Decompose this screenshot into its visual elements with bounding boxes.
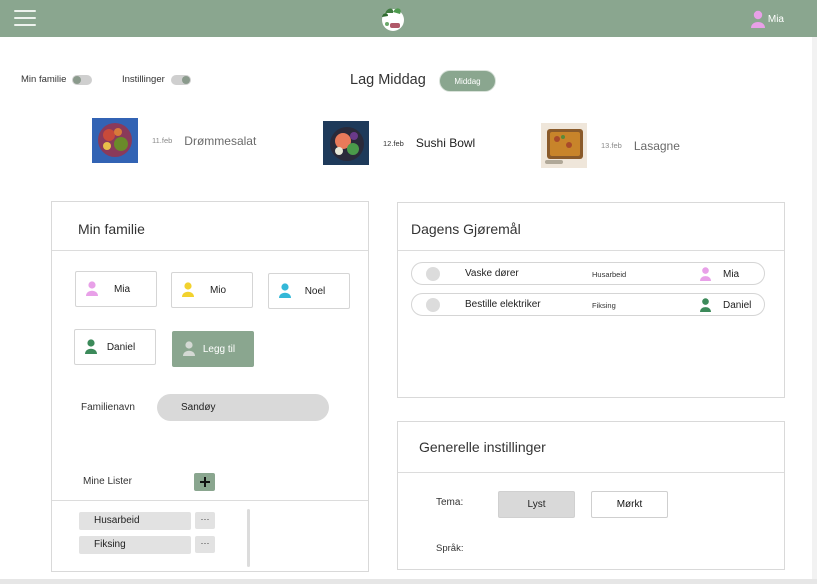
list-options-button[interactable]: ···	[195, 512, 215, 529]
chore-row[interactable]: Vaske dører Husarbeid Mia	[411, 262, 765, 285]
menu-icon[interactable]	[14, 10, 36, 26]
list-item-fiksing[interactable]: Fiksing	[79, 536, 191, 554]
member-mio[interactable]: Mio	[171, 272, 253, 308]
family-name-input[interactable]	[157, 394, 329, 421]
meal-name: Sushi Bowl	[415, 136, 476, 150]
chore-assignee: Daniel	[723, 300, 752, 311]
list-item-husarbeid[interactable]: Husarbeid	[79, 512, 191, 530]
meal-date: 11.feb	[152, 136, 173, 145]
plus-icon	[199, 477, 210, 487]
chore-row[interactable]: Bestille elektriker Fiksing Daniel	[411, 293, 765, 316]
toggle-min-familie-group: Min familie	[21, 74, 93, 85]
member-name: Mia	[113, 283, 131, 295]
meal-item[interactable]: 11.feb Drømmesalat	[92, 118, 256, 163]
language-label: Språk:	[436, 543, 464, 554]
list-options-button[interactable]: ···	[195, 536, 215, 553]
chore-category: Fiksing	[592, 301, 616, 310]
user-icon	[750, 10, 765, 28]
app-logo	[382, 8, 404, 31]
user-menu[interactable]: Mia	[750, 9, 784, 29]
toggle-instillinger-label: Instillinger	[122, 74, 165, 85]
chore-checkbox[interactable]	[426, 298, 440, 312]
chores-panel-title: Dagens Gjøremål	[411, 221, 521, 237]
meal-name: Lasagne	[633, 138, 680, 153]
theme-light-button[interactable]: Lyst	[498, 491, 575, 518]
lasagne-image	[541, 123, 587, 168]
dinner-button[interactable]: Middag	[439, 70, 496, 92]
add-member-label: Legg til	[202, 343, 236, 355]
make-dinner-title: Lag Middag	[350, 72, 426, 88]
meal-date: 13.feb	[601, 141, 622, 150]
divider	[52, 500, 368, 501]
meal-item[interactable]: 13.feb Lasagne	[541, 123, 680, 168]
chore-checkbox[interactable]	[426, 267, 440, 281]
member-daniel[interactable]: Daniel	[74, 329, 156, 365]
user-icon	[700, 267, 711, 281]
member-mia[interactable]: Mia	[75, 271, 157, 307]
lists-scrollbar[interactable]	[247, 509, 250, 567]
meal-name: Drømmesalat	[184, 133, 257, 148]
window-bottom-edge	[0, 579, 817, 584]
salad-image	[92, 118, 138, 163]
my-lists-label: Mine Lister	[83, 476, 132, 487]
toggle-instillinger-group: Instillinger	[122, 74, 191, 85]
chore-title: Bestille elektriker	[465, 299, 541, 310]
chore-assignee: Mia	[723, 269, 740, 280]
family-panel-title: Min familie	[78, 221, 145, 237]
member-name: Daniel	[106, 341, 136, 353]
chore-category: Husarbeid	[592, 270, 627, 279]
user-icon	[700, 298, 711, 312]
sushi-bowl-image	[323, 121, 369, 165]
divider	[398, 472, 784, 473]
toggle-min-familie[interactable]	[72, 74, 93, 85]
meal-item[interactable]: 12.feb Sushi Bowl	[323, 121, 475, 165]
general-settings-title: Generelle instillinger	[419, 439, 546, 455]
user-name: Mia	[767, 13, 784, 25]
toggle-instillinger[interactable]	[170, 74, 191, 85]
member-noel[interactable]: Noel	[268, 273, 350, 309]
meal-date: 12.feb	[383, 138, 404, 148]
window-edge	[812, 37, 817, 584]
top-bar: Mia	[0, 0, 817, 37]
add-list-button[interactable]	[194, 473, 215, 491]
member-name: Noel	[304, 285, 326, 297]
divider	[398, 250, 784, 251]
member-name: Mio	[209, 284, 227, 296]
family-name-label: Familienavn	[81, 402, 135, 413]
chore-title: Vaske dører	[465, 268, 519, 279]
toggle-min-familie-label: Min familie	[21, 74, 67, 85]
add-member-button[interactable]: Legg til	[172, 331, 254, 367]
divider	[52, 250, 368, 251]
theme-label: Tema:	[436, 497, 464, 508]
theme-dark-button[interactable]: Mørkt	[591, 491, 668, 518]
